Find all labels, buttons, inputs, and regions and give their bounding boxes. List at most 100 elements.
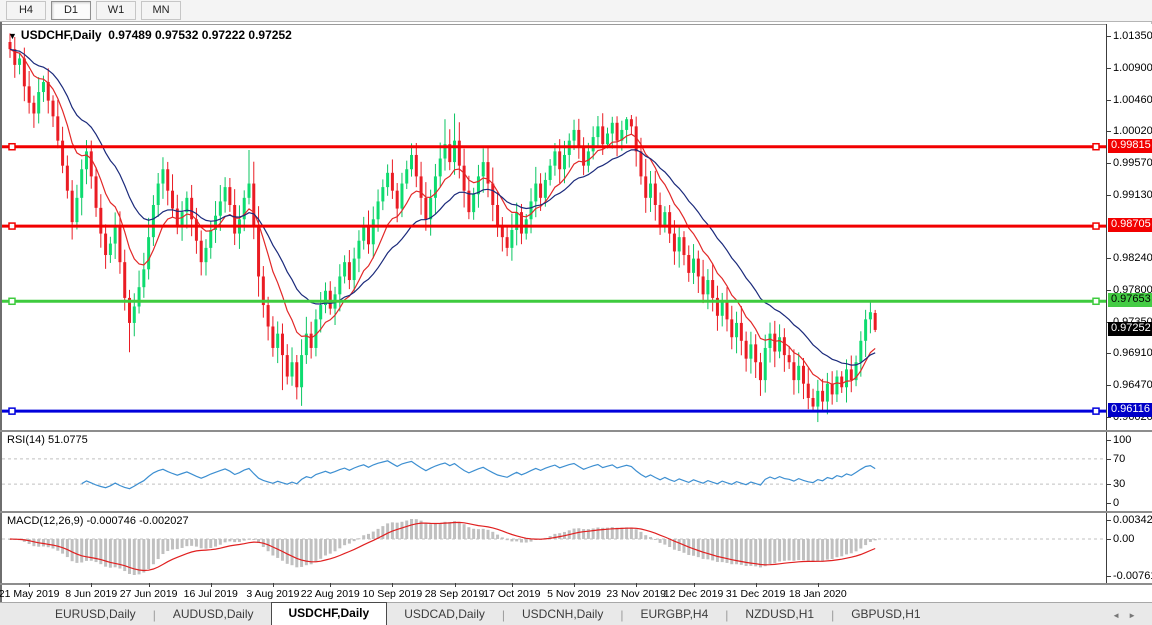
horizontal-line-3[interactable]: [2, 297, 1106, 306]
scroll-tabs-left-icon[interactable]: ◄: [1112, 611, 1128, 620]
price-tick-label: 0.96470: [1113, 379, 1152, 391]
line-handle[interactable]: [8, 222, 16, 230]
date-tick-label: 5 Nov 2019: [547, 588, 601, 600]
date-tick-label: 27 Jun 2019: [119, 588, 178, 600]
rsi-indicator-pane[interactable]: RSI(14) 51.0775: [2, 432, 1106, 511]
date-tick-label: 12 Dec 2019: [663, 588, 724, 600]
price-tick-label: 1.01350: [1113, 30, 1152, 42]
rsi-tick-label: 0: [1113, 497, 1120, 509]
line-handle[interactable]: [1092, 142, 1100, 151]
rsi-tick-label: 30: [1113, 478, 1126, 490]
axis-tick-mark: [1107, 520, 1111, 521]
tab-gbpusd-h1[interactable]: GBPUSD,H1: [834, 604, 937, 625]
axis-tick-mark: [1107, 539, 1111, 540]
line-handle[interactable]: [8, 297, 16, 306]
line-handle[interactable]: [1092, 407, 1100, 415]
hline-price-tag-2: 0.98705: [1108, 218, 1152, 232]
date-tick-label: 21 May 2019: [0, 588, 60, 600]
chart-title: ▼ USDCHF,Daily 0.97489 0.97532 0.97222 0.…: [8, 28, 292, 42]
date-tick-label: 8 Jun 2019: [65, 588, 118, 600]
ma-fast-line[interactable]: [9, 48, 876, 385]
timeframe-button-h4[interactable]: H4: [6, 1, 46, 20]
macd-tick-label: 0.00: [1113, 533, 1135, 545]
date-tick-mark: [817, 583, 819, 587]
tab-eurgbp-h4[interactable]: EURGBP,H4: [623, 604, 725, 625]
price-axis[interactable]: 1.01350 1.00900 1.00460 1.00020 0.99570 0.991…: [1106, 24, 1152, 430]
symbol-marker-icon: ▼: [8, 31, 17, 41]
price-tick-label: 1.00900: [1113, 62, 1152, 74]
date-axis[interactable]: 21 May 2019 8 Jun 2019 27 Jun 2019 16 Jul 2…: [0, 583, 1152, 602]
date-tick-mark: [636, 583, 638, 587]
current-price-tag: 0.97252: [1108, 322, 1152, 336]
axis-tick-mark: [1107, 258, 1111, 259]
macd-indicator-pane[interactable]: MACD(12,26,9) -0.000746 -0.002027: [2, 513, 1106, 583]
axis-tick-mark: [1107, 353, 1111, 354]
price-tick-label: 1.00020: [1113, 125, 1152, 137]
tab-audusd-daily[interactable]: AUDUSD,Daily: [156, 604, 271, 625]
price-chart-pane[interactable]: ▼ USDCHF,Daily 0.97489 0.97532 0.97222 0.…: [2, 24, 1106, 431]
horizontal-line-4[interactable]: [2, 407, 1106, 415]
candlestick-chart[interactable]: [2, 25, 1106, 431]
date-tick-label: 3 Aug 2019: [246, 588, 300, 600]
axis-tick-mark: [1107, 163, 1111, 164]
date-tick-label: 23 Nov 2019: [606, 588, 666, 600]
axis-tick-mark: [1107, 576, 1111, 577]
tab-nzdusd-h1[interactable]: NZDUSD,H1: [728, 604, 831, 625]
date-tick-mark: [91, 583, 93, 587]
price-tick-label: 0.98240: [1113, 252, 1152, 264]
date-tick-mark: [330, 583, 332, 587]
timeframe-button-mn[interactable]: MN: [141, 1, 181, 20]
axis-tick-mark: [1107, 385, 1111, 386]
price-tick-label: 0.99570: [1113, 157, 1152, 169]
rsi-tick-label: 70: [1113, 453, 1126, 465]
line-handle[interactable]: [8, 142, 16, 151]
axis-tick-mark: [1107, 290, 1111, 291]
date-tick-mark: [272, 583, 274, 587]
macd-tick-label: 0.003428: [1113, 514, 1152, 526]
tab-usdchf-daily[interactable]: USDCHF,Daily: [270, 602, 388, 625]
axis-tick-mark: [1107, 417, 1111, 418]
date-tick-mark: [693, 583, 695, 587]
chart-symbol-label: USDCHF,Daily: [20, 28, 102, 42]
macd-tick-label: -0.007615: [1113, 570, 1152, 582]
scroll-tabs-right-icon[interactable]: ►: [1128, 611, 1144, 620]
date-tick-label: 16 Jul 2019: [183, 588, 238, 600]
chart-ohlc-values: 0.97489 0.97532 0.97222 0.97252: [108, 28, 292, 42]
date-tick-mark: [511, 583, 513, 587]
ma-slow-line[interactable]: [9, 48, 876, 366]
axis-tick-mark: [1107, 440, 1111, 441]
date-tick-label: 17 Oct 2019: [483, 588, 541, 600]
date-tick-mark: [210, 583, 212, 587]
tab-usdcnh-daily[interactable]: USDCNH,Daily: [505, 604, 620, 625]
axis-tick-mark: [1107, 36, 1111, 37]
axis-tick-mark: [1107, 195, 1111, 196]
horizontal-line-1[interactable]: [2, 142, 1106, 151]
date-tick-label: 31 Dec 2019: [725, 588, 786, 600]
line-handle[interactable]: [1092, 297, 1100, 306]
line-handle[interactable]: [8, 407, 16, 415]
axis-tick-mark: [1107, 484, 1111, 485]
candles-layer: [8, 33, 877, 423]
horizontal-line-2[interactable]: [2, 222, 1106, 230]
timeframe-button-d1[interactable]: D1: [51, 1, 91, 20]
macd-axis[interactable]: 0.003428 0.00 -0.007615: [1106, 513, 1152, 583]
date-tick-label: 28 Sep 2019: [424, 588, 485, 600]
price-tick-label: 0.99130: [1113, 189, 1152, 201]
macd-label: MACD(12,26,9) -0.000746 -0.002027: [7, 515, 189, 527]
trading-terminal-window: H4 D1 W1 MN ▼ USDCHF,Daily 0.97489 0.9753…: [0, 0, 1152, 625]
date-tick-mark: [755, 583, 757, 587]
line-handle[interactable]: [1092, 222, 1100, 230]
rsi-axis[interactable]: 100 70 30 0: [1106, 432, 1152, 511]
date-tick-mark: [148, 583, 150, 587]
axis-tick-mark: [1107, 68, 1111, 69]
hline-price-tag-3: 0.97653: [1108, 293, 1152, 307]
timeframe-button-w1[interactable]: W1: [96, 1, 136, 20]
tab-usdcad-daily[interactable]: USDCAD,Daily: [387, 604, 502, 625]
date-tick-mark: [574, 583, 576, 587]
date-tick-label: 18 Jan 2020: [788, 588, 847, 600]
hline-price-tag-4: 0.96116: [1108, 403, 1152, 417]
chart-tabs-bar: EURUSD,Daily | AUDUSD,Daily USDCHF,Daily USD…: [0, 602, 1152, 625]
rsi-tick-label: 100: [1113, 434, 1132, 446]
tab-eurusd-daily[interactable]: EURUSD,Daily: [38, 604, 153, 625]
price-tick-label: 1.00460: [1113, 94, 1152, 106]
